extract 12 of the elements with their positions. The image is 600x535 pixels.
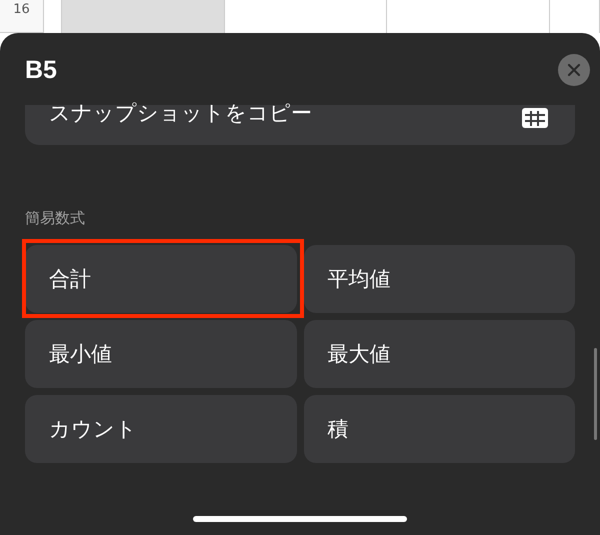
close-icon xyxy=(567,63,581,77)
formula-button[interactable]: 最小値 xyxy=(25,320,296,388)
row-header[interactable]: 16 xyxy=(0,0,44,33)
formula-button[interactable]: カウント xyxy=(25,395,296,463)
sheet-title: B5 xyxy=(25,56,57,84)
formula-button[interactable]: 最大値 xyxy=(304,320,575,388)
table-icon xyxy=(521,107,551,129)
formula-button[interactable]: 平均値 xyxy=(304,245,575,313)
section-heading: 簡易数式 xyxy=(25,209,86,228)
close-button[interactable] xyxy=(558,54,590,86)
formula-button[interactable]: 合計 xyxy=(25,245,296,313)
formula-button[interactable]: 積 xyxy=(304,395,575,463)
